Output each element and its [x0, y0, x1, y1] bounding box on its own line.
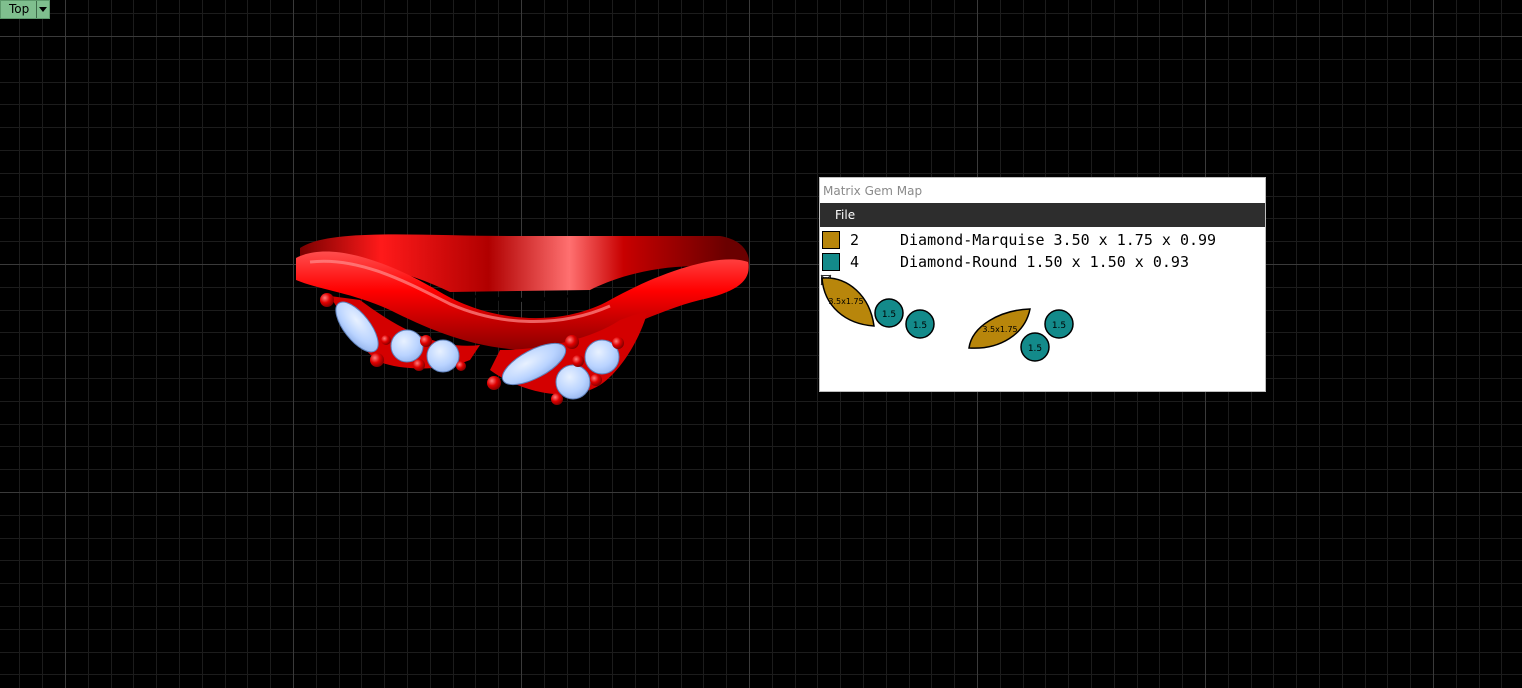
gem-list-row[interactable]: 2 Diamond-Marquise 3.50 x 1.75 x 0.99 [820, 229, 1265, 251]
viewport-label[interactable]: Top [0, 0, 51, 19]
gem-count: 2 [850, 231, 860, 249]
gem-count: 4 [850, 253, 860, 271]
map-round[interactable]: 1.5 [905, 309, 935, 339]
gem-description: Diamond-Round 1.50 x 1.50 x 0.93 [900, 253, 1189, 271]
menu-file[interactable]: File [820, 208, 867, 222]
viewport-top[interactable]: Top [0, 0, 1522, 688]
gem-list-row[interactable]: 4 Diamond-Round 1.50 x 1.50 x 0.93 [820, 251, 1265, 273]
gem-list: 2 Diamond-Marquise 3.50 x 1.75 x 0.99 4 … [820, 227, 1265, 273]
dropdown-arrow-icon[interactable] [36, 1, 49, 18]
map-marquise-label: 3.5x1.75 [982, 325, 1017, 334]
round-gem[interactable] [390, 329, 424, 363]
maximize-button[interactable] [821, 178, 1219, 285]
gem-map-title: Matrix Gem Map [823, 183, 923, 198]
map-marquise[interactable]: 3.5x1.75 [821, 277, 875, 327]
map-round-label: 1.5 [913, 321, 927, 331]
map-marquise[interactable]: 3.5x1.75 [968, 308, 1031, 349]
map-round-label: 1.5 [1052, 321, 1066, 331]
map-round-label: 1.5 [1028, 344, 1042, 354]
round-gem[interactable] [555, 364, 591, 400]
round-gem[interactable] [426, 339, 460, 373]
gem-map-menubar: File [820, 203, 1265, 227]
map-round-label: 1.5 [882, 310, 896, 320]
gem-layout-map[interactable]: 3.5x1.75 1.5 1.5 3.5x1.75 1.5 1.5 [820, 274, 1265, 391]
marquise-color-swatch [822, 231, 840, 249]
gem-map-window[interactable]: Matrix Gem Map File 2 Diamond-Marquise 3… [820, 178, 1265, 391]
ring-band-opening [450, 290, 590, 302]
gem-description: Diamond-Marquise 3.50 x 1.75 x 0.99 [900, 231, 1217, 249]
ring-model[interactable] [0, 0, 1522, 688]
round-color-swatch [822, 253, 840, 271]
map-marquise-label: 3.5x1.75 [828, 297, 863, 306]
map-round[interactable]: 1.5 [1044, 309, 1074, 339]
close-button[interactable] [820, 178, 1265, 286]
map-round[interactable]: 1.5 [1020, 332, 1050, 362]
viewport-label-text[interactable]: Top [1, 1, 36, 18]
minimize-button[interactable] [821, 178, 1173, 281]
gem-map-titlebar[interactable]: Matrix Gem Map [820, 178, 1265, 286]
map-round[interactable]: 1.5 [874, 298, 904, 328]
